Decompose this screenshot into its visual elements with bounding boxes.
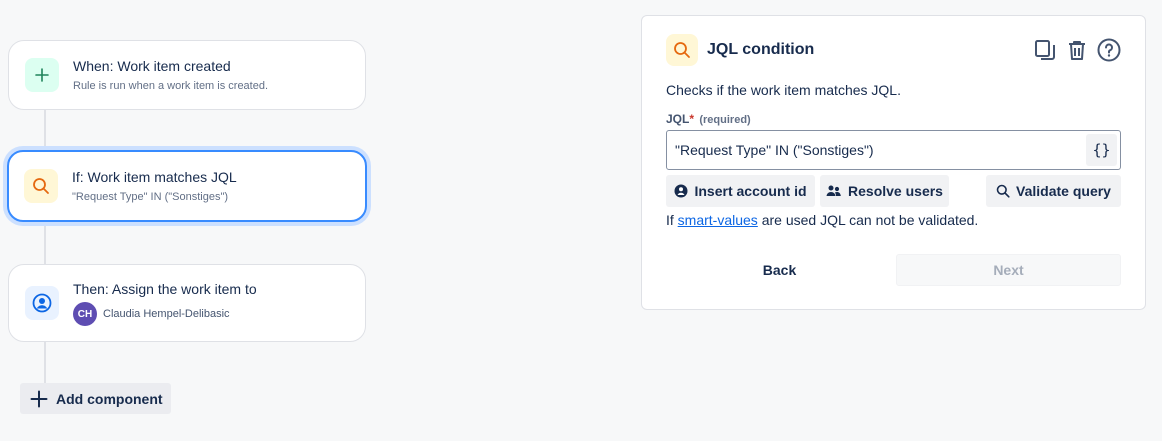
- add-component-label: Add component: [56, 390, 163, 407]
- smart-values-button[interactable]: {}: [1086, 134, 1117, 166]
- flow-connector: [44, 342, 46, 384]
- trigger-title: When: Work item created: [73, 58, 231, 74]
- search-icon: [24, 169, 58, 203]
- jql-field-label: JQL* (required): [666, 112, 751, 126]
- flow-connector: [44, 224, 46, 264]
- people-icon: [826, 184, 842, 198]
- resolve-users-button[interactable]: Resolve users: [820, 175, 949, 207]
- panel-description: Checks if the work item matches JQL.: [666, 82, 901, 98]
- trigger-subtitle: Rule is run when a work item is created.: [73, 80, 269, 92]
- person-icon: [674, 184, 688, 198]
- panel-title: JQL condition: [707, 41, 815, 58]
- action-title: Then: Assign the work item to: [73, 281, 257, 297]
- assignee-name: Claudia Hempel-Delibasic: [103, 308, 230, 320]
- condition-subtitle: "Request Type" IN ("Sonstiges"): [72, 191, 229, 203]
- jql-input-value: "Request Type" IN ("Sonstiges"): [675, 142, 874, 158]
- jql-input[interactable]: "Request Type" IN ("Sonstiges") {}: [666, 130, 1121, 170]
- back-button[interactable]: Back: [697, 254, 862, 286]
- smart-values-link[interactable]: smart-values: [678, 212, 758, 228]
- smart-values-note: If smart-values are used JQL can not be …: [666, 212, 979, 228]
- validate-query-button[interactable]: Validate query: [986, 175, 1121, 207]
- action-card[interactable]: Then: Assign the work item to CH Claudia…: [8, 264, 366, 342]
- condition-title: If: Work item matches JQL: [72, 169, 237, 185]
- search-icon: [996, 184, 1010, 198]
- jql-condition-panel: JQL condition Checks if the work item ma…: [641, 15, 1146, 310]
- automation-canvas: When: Work item created Rule is run when…: [0, 0, 1162, 441]
- plus-icon: [25, 58, 59, 92]
- insert-account-id-button[interactable]: Insert account id: [666, 175, 815, 207]
- add-component-button[interactable]: Add component: [20, 383, 171, 414]
- avatar: CH: [73, 302, 97, 326]
- trigger-card[interactable]: When: Work item created Rule is run when…: [8, 40, 366, 110]
- help-icon[interactable]: [1097, 38, 1121, 62]
- copy-icon[interactable]: [1033, 38, 1057, 62]
- trash-icon[interactable]: [1065, 38, 1089, 62]
- flow-connector: [44, 110, 46, 150]
- user-circle-icon: [25, 286, 59, 320]
- search-icon: [666, 34, 698, 66]
- next-button[interactable]: Next: [896, 254, 1121, 286]
- condition-card[interactable]: If: Work item matches JQL "Request Type"…: [7, 150, 367, 222]
- plus-icon: [30, 390, 48, 408]
